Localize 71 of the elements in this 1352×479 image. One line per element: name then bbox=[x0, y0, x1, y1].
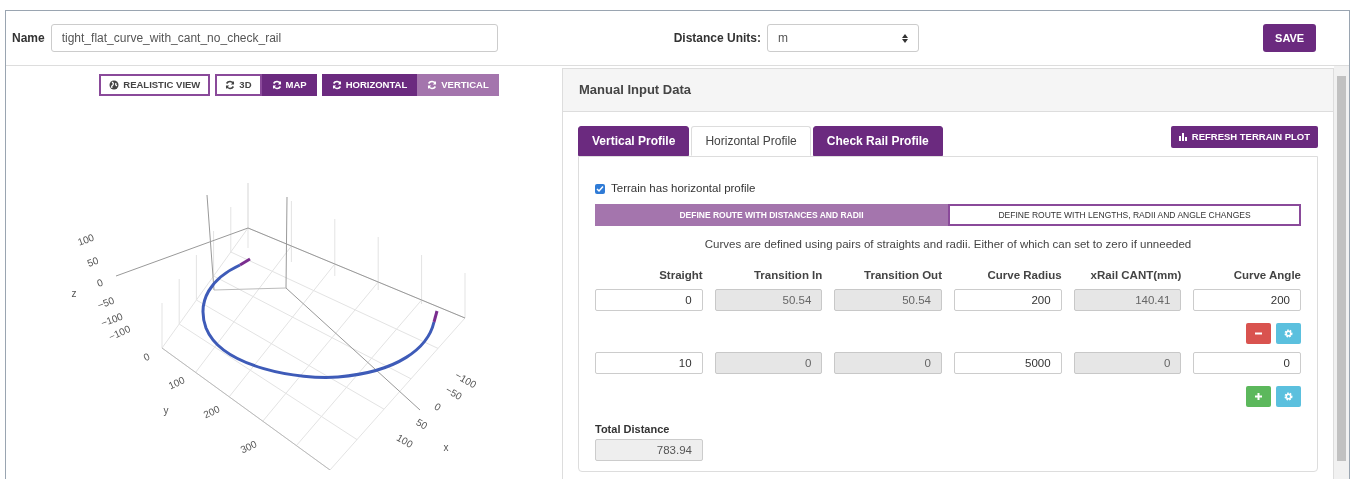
axis-label: y bbox=[163, 405, 169, 416]
column-header: xRail CANT(mm) bbox=[1089, 267, 1182, 283]
tick-label: −50 bbox=[95, 294, 116, 311]
settings-row-button[interactable] bbox=[1276, 385, 1301, 407]
number-field[interactable]: 10 bbox=[595, 351, 703, 374]
number-field: 0 bbox=[714, 351, 823, 374]
column-header: Straight bbox=[658, 267, 703, 283]
globe-icon bbox=[109, 80, 120, 90]
distance-units-label: Distance Units: bbox=[673, 30, 762, 47]
panel-title: Manual Input Data bbox=[579, 81, 691, 100]
tick-label: 0 bbox=[141, 350, 152, 363]
tick-label: 200 bbox=[201, 403, 222, 421]
scrollbar[interactable] bbox=[1334, 66, 1349, 479]
number-field[interactable]: 0 bbox=[1193, 351, 1301, 374]
gear-icon bbox=[1284, 328, 1293, 338]
total-distance-label: Total Distance bbox=[595, 421, 671, 437]
refresh-icon bbox=[331, 80, 342, 90]
tick-label: 0 bbox=[432, 400, 443, 414]
plus-icon bbox=[1254, 391, 1263, 401]
tick-label: −100 bbox=[107, 323, 133, 343]
tick-label: 100 bbox=[394, 432, 415, 450]
axis-label: x bbox=[443, 442, 449, 453]
name-field[interactable]: tight_flat_curve_with_cant_no_check_rail bbox=[50, 24, 498, 52]
name-label: Name bbox=[12, 30, 45, 47]
number-field[interactable]: 200 bbox=[1193, 288, 1301, 311]
refresh-icon bbox=[427, 80, 438, 90]
column-header: Curve Radius bbox=[986, 267, 1062, 283]
refresh-terrain-plot-button[interactable]: REFRESH TERRAIN PLOT bbox=[1170, 126, 1318, 148]
tick-label: 300 bbox=[238, 438, 259, 456]
tick-label: 0 bbox=[95, 276, 105, 289]
number-field: 140.41 bbox=[1073, 288, 1182, 311]
number-field: 50.54 bbox=[714, 288, 823, 311]
refresh-icon bbox=[225, 80, 236, 90]
axis-label: z bbox=[71, 288, 77, 299]
route-mode-button[interactable]: DEFINE ROUTE WITH LENGTHS, RADII AND ANGLE CHANGES bbox=[948, 204, 1301, 227]
add-row-button[interactable] bbox=[1246, 385, 1271, 407]
column-header: Curve Angle bbox=[1232, 267, 1301, 283]
column-header: Transition In bbox=[752, 267, 823, 283]
column-header: Transition Out bbox=[863, 267, 942, 283]
terrain-checkbox[interactable] bbox=[595, 183, 605, 194]
number-field[interactable]: 200 bbox=[954, 288, 1062, 311]
save-button[interactable]: SAVE bbox=[1263, 24, 1317, 52]
view-toggle-button[interactable]: HORIZONTAL bbox=[321, 74, 418, 96]
remove-row-button[interactable] bbox=[1246, 322, 1271, 344]
refresh-icon bbox=[271, 80, 282, 90]
number-field[interactable]: 0 bbox=[595, 288, 703, 311]
view-toggle-button[interactable]: 3D bbox=[215, 74, 262, 96]
total-distance-field: 783.94 bbox=[595, 439, 703, 462]
checkbox-label: Terrain has horizontal profile bbox=[611, 181, 756, 196]
profile-tab[interactable]: Check Rail Profile bbox=[812, 126, 943, 156]
route-mode-button[interactable]: DEFINE ROUTE WITH DISTANCES AND RADII bbox=[595, 204, 948, 227]
view-toggle-button[interactable]: VERTICAL bbox=[417, 74, 499, 96]
view-toggle-button[interactable]: REALISTIC VIEW bbox=[99, 74, 211, 96]
sort-caret-icon bbox=[902, 33, 909, 43]
number-field: 0 bbox=[1073, 351, 1182, 374]
hint-text: Curves are defined using pairs of straights and radii. Either of which can set to zero if unneeded bbox=[703, 237, 1193, 253]
tick-label: −50 bbox=[443, 383, 464, 402]
tick-label: 50 bbox=[414, 416, 430, 432]
units-select[interactable]: m bbox=[767, 24, 920, 52]
profile-tab[interactable]: Horizontal Profile bbox=[691, 126, 811, 156]
tick-label: 100 bbox=[76, 231, 96, 248]
number-field: 50.54 bbox=[834, 288, 942, 311]
profile-tab[interactable]: Vertical Profile bbox=[578, 126, 690, 156]
settings-row-button[interactable] bbox=[1276, 322, 1301, 344]
number-field: 0 bbox=[834, 351, 942, 374]
gear-icon bbox=[1284, 391, 1293, 401]
bar-chart-icon bbox=[1178, 133, 1188, 141]
tick-label: 100 bbox=[166, 374, 187, 392]
tick-label: 50 bbox=[85, 254, 100, 269]
view-toggle-button[interactable]: MAP bbox=[261, 74, 317, 96]
number-field[interactable]: 5000 bbox=[954, 351, 1062, 374]
